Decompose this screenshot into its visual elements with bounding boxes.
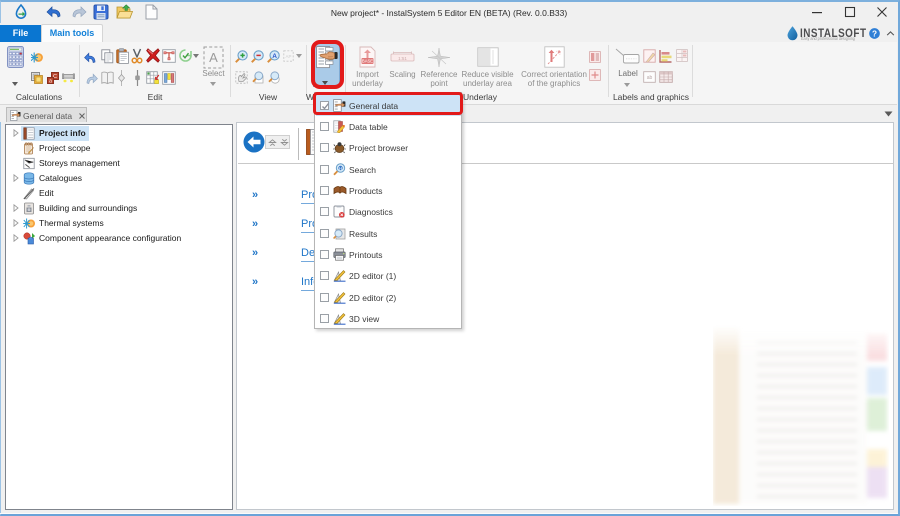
svg-text:BASE: BASE: [362, 59, 373, 64]
svg-text:A: A: [209, 50, 218, 65]
svg-text:a: a: [49, 78, 52, 84]
svg-text:AP: AP: [285, 54, 291, 59]
svg-text:H: H: [339, 165, 342, 170]
svg-text:?: ?: [872, 29, 877, 38]
svg-text:ab: ab: [647, 75, 653, 81]
svg-text:1:51: 1:51: [398, 56, 407, 61]
svg-text:A: A: [272, 53, 277, 60]
